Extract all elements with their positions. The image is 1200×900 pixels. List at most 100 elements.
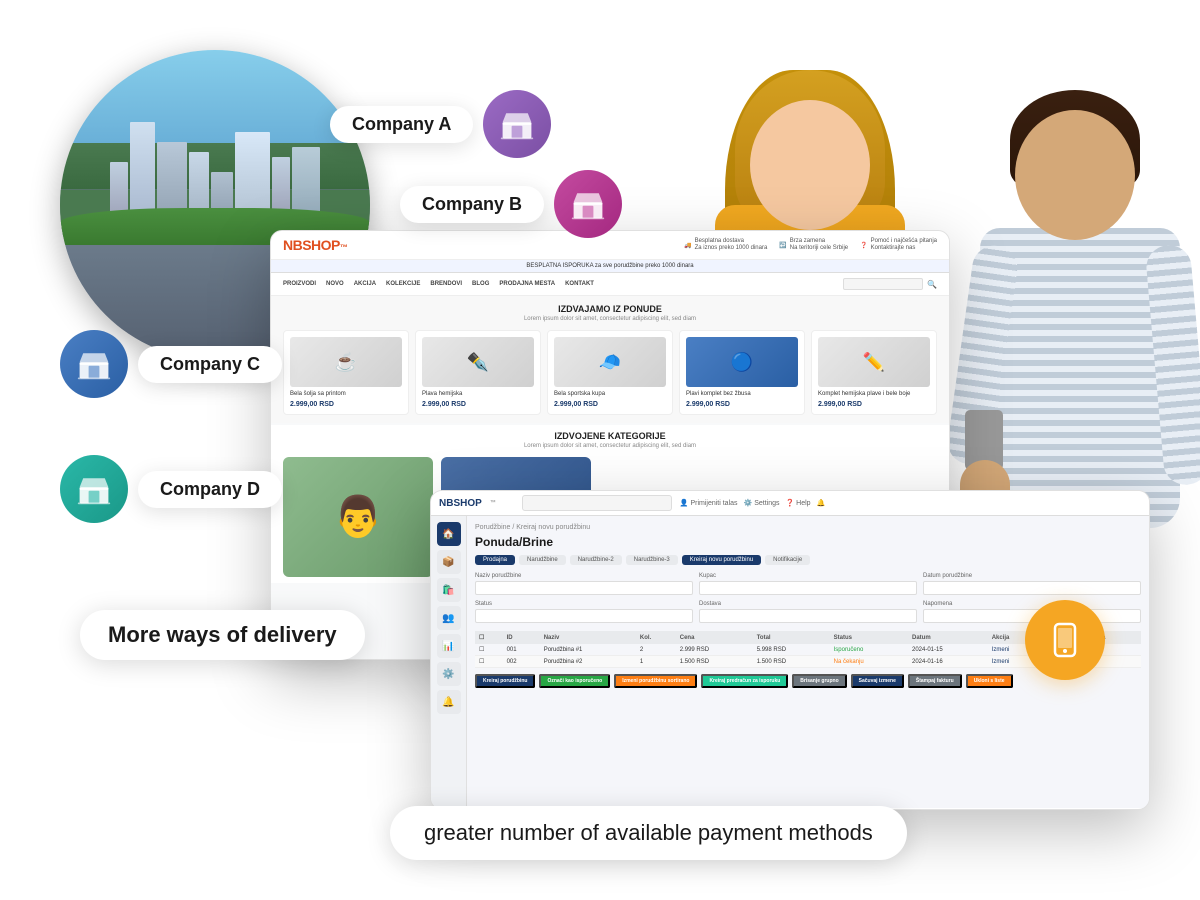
admin-breadcrumb: Porudžbine / Kreiraj novu porudžbinu bbox=[475, 524, 1141, 531]
delivery-label: More ways of delivery bbox=[80, 610, 365, 660]
sidebar-icon-settings[interactable]: ⚙️ bbox=[437, 662, 461, 686]
admin-tab-1[interactable]: Narudžbine bbox=[519, 555, 566, 565]
col-status: Status bbox=[830, 631, 908, 644]
form-input-2[interactable] bbox=[699, 581, 917, 595]
form-input-3[interactable] bbox=[923, 581, 1141, 595]
btn-mark-delivered[interactable]: Označi kao isporučeno bbox=[539, 674, 610, 688]
ws-product-img-2: ✒️ bbox=[422, 337, 534, 387]
ws-promo-bar: BESPLATNA ISPORUKA za sve porudžbine pre… bbox=[271, 260, 949, 273]
sidebar-icon-home[interactable]: 🏠 bbox=[437, 522, 461, 546]
ws-menu-products[interactable]: PROIZVODI bbox=[283, 281, 316, 287]
ws-product-img-5: ✏️ bbox=[818, 337, 930, 387]
col-id: ID bbox=[503, 631, 540, 644]
phone-icon bbox=[1045, 620, 1085, 660]
store-svg-d bbox=[76, 471, 112, 507]
form-label-3: Datum porudžbine bbox=[923, 573, 1141, 579]
col-name: Naziv bbox=[540, 631, 636, 644]
ws-menu-collections[interactable]: KOLEKCIJE bbox=[386, 281, 420, 287]
admin-page-title: Ponuda/Brine bbox=[475, 535, 1141, 549]
btn-save[interactable]: Sačuvaj izmene bbox=[851, 674, 904, 688]
ws-product-5[interactable]: ✏️ Komplet hemijska plave i bele boje 2.… bbox=[811, 330, 937, 415]
ws-product-price-4: 2.999,00 RSD bbox=[686, 401, 798, 408]
ws-product-price-5: 2.999,00 RSD bbox=[818, 401, 930, 408]
sidebar-icon-orders[interactable]: 📦 bbox=[437, 550, 461, 574]
form-input-1[interactable] bbox=[475, 581, 693, 595]
ws-product-4[interactable]: 🔵 Plavi komplet bez žbusa 2.999,00 RSD bbox=[679, 330, 805, 415]
btn-delete-group[interactable]: Brisanje grupno bbox=[792, 674, 846, 688]
admin-header: NBSHOP ™ 👤 Primijeniti talas ⚙️ Settings… bbox=[431, 491, 1149, 516]
form-input-5[interactable] bbox=[699, 609, 917, 623]
ws-section-sub: Lorem ipsum dolor sit amet, consectetur … bbox=[283, 316, 937, 322]
form-row-1: Naziv porudžbine bbox=[475, 573, 693, 595]
form-label-5: Dostava bbox=[699, 601, 917, 607]
ws-product-name-5: Komplet hemijska plave i bele boje bbox=[818, 391, 930, 399]
delivery-label-container: More ways of delivery bbox=[80, 610, 365, 660]
admin-tab-3[interactable]: Narudžbine-3 bbox=[626, 555, 678, 565]
form-label-2: Kupac bbox=[699, 573, 917, 579]
ws-menu-brands[interactable]: BRENDOVI bbox=[430, 281, 462, 287]
ws-nav-icons: 🚚 Besplatna dostavaZa iznos preko 1000 d… bbox=[684, 238, 937, 252]
btn-print[interactable]: Štampaj fakturu bbox=[908, 674, 962, 688]
ws-product-name-3: Bela sportska kupa bbox=[554, 391, 666, 399]
ws-nav-delivery: 🚚 Besplatna dostavaZa iznos preko 1000 d… bbox=[684, 238, 767, 252]
btn-create-proforma[interactable]: Kreiraj predračun za isporuku bbox=[701, 674, 788, 688]
col-checkbox: ☐ bbox=[475, 631, 503, 644]
ws-category-title: IZDVOJENE KATEGORIJE bbox=[283, 431, 937, 441]
col-total: Total bbox=[753, 631, 830, 644]
btn-edit-sorted[interactable]: Izmeni porudžbinu sortirano bbox=[614, 674, 697, 688]
phone-icon-circle bbox=[1025, 600, 1105, 680]
admin-tab-5[interactable]: Notifikacije bbox=[765, 555, 810, 565]
ws-product-name-4: Plavi komplet bez žbusa bbox=[686, 391, 798, 399]
ws-menu-blog[interactable]: BLOG bbox=[472, 281, 489, 287]
ws-products-grid: ☕ Bela šolja sa printom 2.999,00 RSD ✒️ … bbox=[283, 330, 937, 415]
admin-tab-2[interactable]: Narudžbine-2 bbox=[570, 555, 622, 565]
ws-product-img-4: 🔵 bbox=[686, 337, 798, 387]
sidebar-icon-reports[interactable]: 📊 bbox=[437, 634, 461, 658]
col-qty: Kol. bbox=[636, 631, 676, 644]
ws-product-img-1: ☕ bbox=[290, 337, 402, 387]
ws-product-img-3: 🧢 bbox=[554, 337, 666, 387]
admin-tabs: Prodajna Narudžbine Narudžbine-2 Narudžb… bbox=[475, 555, 1141, 565]
form-label-4: Status bbox=[475, 601, 693, 607]
admin-logo: NBSHOP bbox=[439, 498, 482, 509]
company-b-container: Company B bbox=[400, 170, 622, 238]
header-icon-3: ❓ Help bbox=[786, 499, 811, 507]
header-icon-4: 🔔 bbox=[817, 499, 826, 507]
ws-product-name-1: Bela šolja sa printom bbox=[290, 391, 402, 399]
ws-product-2[interactable]: ✒️ Plava hemijska 2.999,00 RSD bbox=[415, 330, 541, 415]
search-icon[interactable]: 🔍 bbox=[927, 280, 937, 289]
ws-product-1[interactable]: ☕ Bela šolja sa printom 2.999,00 RSD bbox=[283, 330, 409, 415]
sidebar-icon-products[interactable]: 🛍️ bbox=[437, 578, 461, 602]
ws-products-section: IZDVAJAMO IZ PONUDE Lorem ipsum dolor si… bbox=[271, 296, 949, 423]
sidebar-icon-customers[interactable]: 👥 bbox=[437, 606, 461, 630]
search-input[interactable] bbox=[843, 278, 923, 290]
ws-menu-contact[interactable]: KONTAKT bbox=[565, 281, 594, 287]
ws-logo: NBSHOP™ bbox=[283, 237, 347, 253]
payment-label-container: greater number of available payment meth… bbox=[390, 806, 907, 860]
store-svg-a bbox=[499, 106, 535, 142]
company-a-container: Company A bbox=[330, 90, 551, 158]
store-svg-b bbox=[570, 186, 606, 222]
col-price: Cena bbox=[676, 631, 753, 644]
ws-product-3[interactable]: 🧢 Bela sportska kupa 2.999,00 RSD bbox=[547, 330, 673, 415]
ws-menu: PROIZVODI NOVO AKCIJA KOLEKCIJE BRENDOVI… bbox=[271, 273, 949, 296]
ws-delivery-img-1: 👨 bbox=[283, 457, 433, 577]
ws-menu-new[interactable]: NOVO bbox=[326, 281, 344, 287]
sidebar-icon-notifications[interactable]: 🔔 bbox=[437, 690, 461, 714]
ws-menu-sale[interactable]: AKCIJA bbox=[354, 281, 376, 287]
ws-menu-locations[interactable]: PRODAJNA MESTA bbox=[499, 281, 555, 287]
btn-create-order[interactable]: Kreiraj porudžbinu bbox=[475, 674, 535, 688]
form-input-4[interactable] bbox=[475, 609, 693, 623]
admin-search-input[interactable] bbox=[522, 495, 672, 511]
admin-tab-4[interactable]: Kreiraj novu porudžbinu bbox=[682, 555, 761, 565]
company-b-label: Company B bbox=[400, 186, 544, 223]
ws-product-name-2: Plava hemijska bbox=[422, 391, 534, 399]
header-icon-2: ⚙️ Settings bbox=[744, 499, 780, 507]
company-d-label: Company D bbox=[138, 471, 282, 508]
btn-remove-list[interactable]: Ukloni s liste bbox=[966, 674, 1013, 688]
admin-action-bar: Kreiraj porudžbinu Označi kao isporučeno… bbox=[475, 674, 1141, 688]
admin-tab-0[interactable]: Prodajna bbox=[475, 555, 515, 565]
form-label-6: Napomena bbox=[923, 601, 1141, 607]
form-label-1: Naziv porudžbine bbox=[475, 573, 693, 579]
form-row-2: Kupac bbox=[699, 573, 917, 595]
